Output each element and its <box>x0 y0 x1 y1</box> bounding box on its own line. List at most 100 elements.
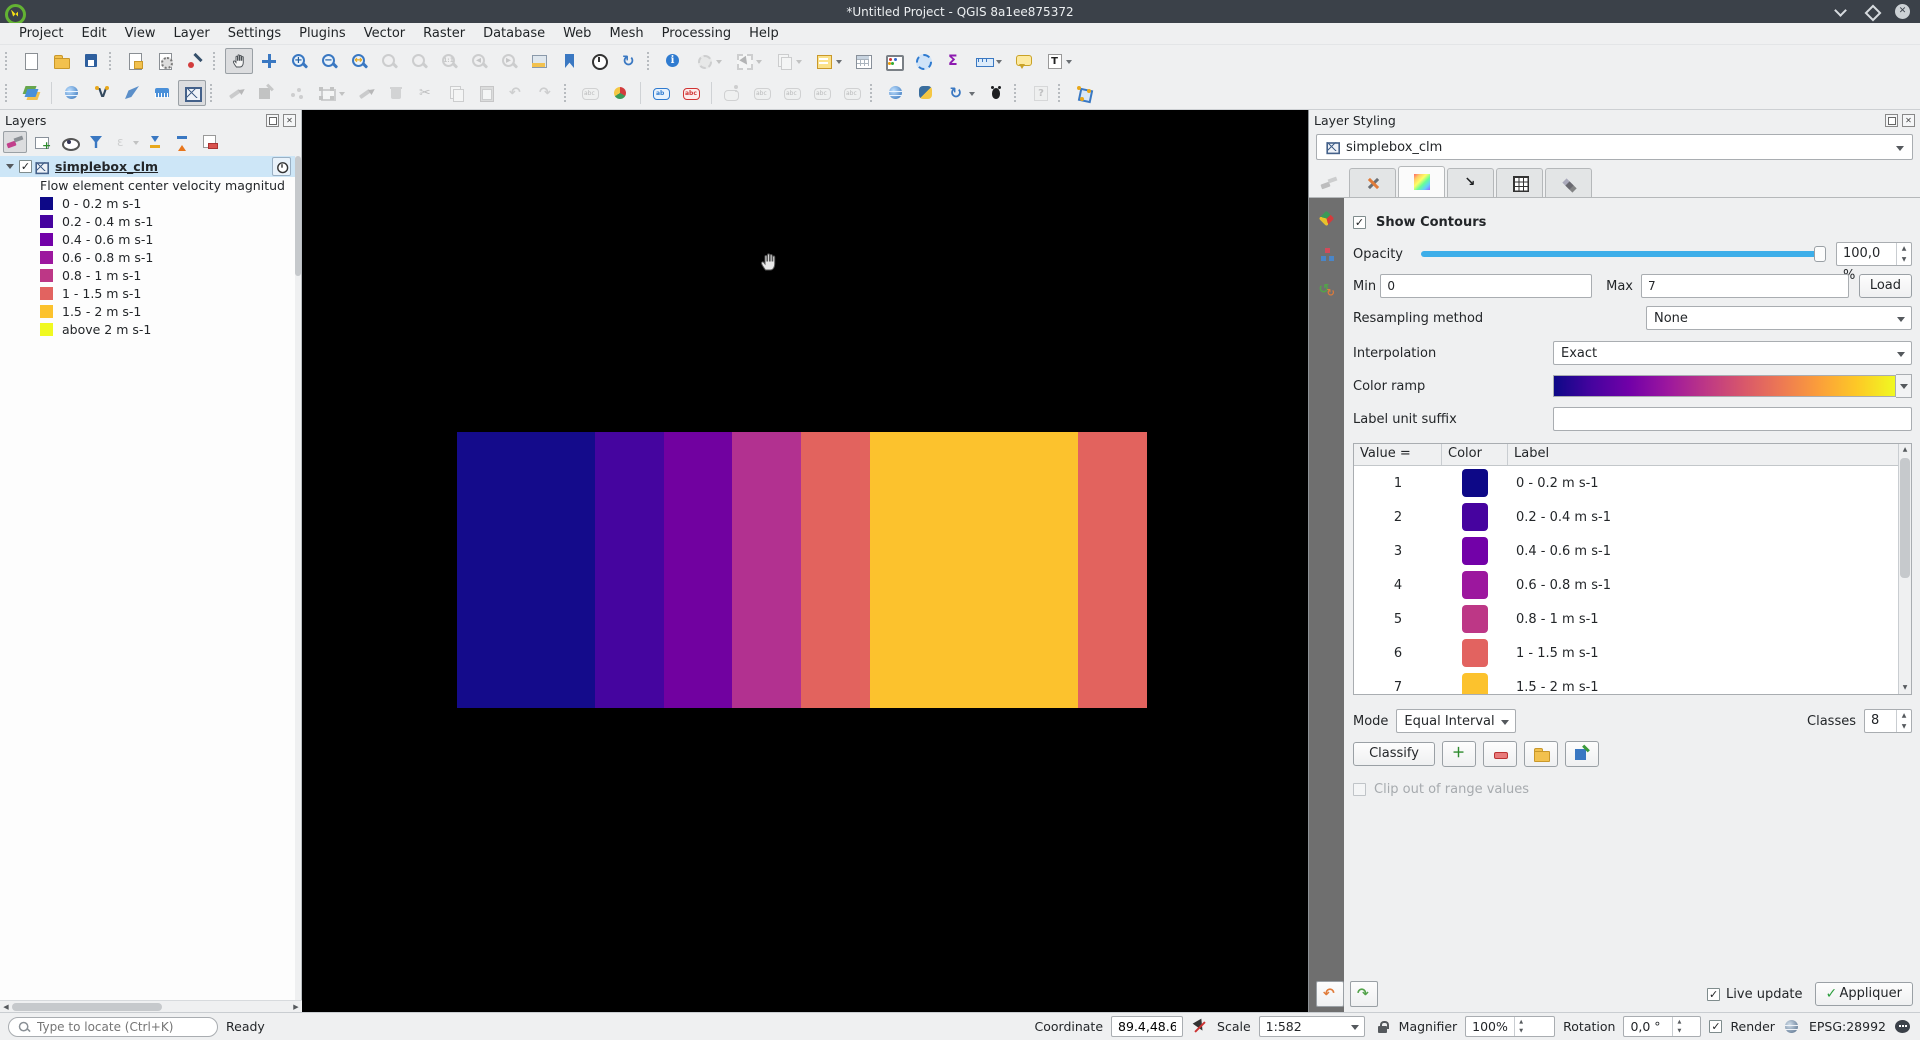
statistical-summary-button[interactable] <box>939 48 967 74</box>
tab-contours[interactable] <box>1398 166 1445 197</box>
table-row[interactable]: 71.5 - 2 m s-1 <box>1354 670 1911 695</box>
clip-out-of-range-checkbox[interactable] <box>1353 783 1366 796</box>
resampling-combo[interactable]: None <box>1646 306 1912 330</box>
identify-features-button[interactable] <box>659 48 687 74</box>
menu-view[interactable]: View <box>116 23 165 44</box>
show-layout-manager-button[interactable] <box>151 48 179 74</box>
layer-diagram-options-button[interactable] <box>606 80 634 106</box>
layer-labeling-options-button[interactable] <box>576 80 604 106</box>
temporal-layer-button[interactable] <box>272 157 291 176</box>
menu-edit[interactable]: Edit <box>72 23 115 44</box>
new-shapefile-layer-button[interactable] <box>118 80 146 106</box>
scroll-left-icon[interactable]: ◀ <box>0 1001 12 1013</box>
label-rule-based-button[interactable] <box>677 80 705 106</box>
expander-icon[interactable] <box>6 164 14 173</box>
slider-handle[interactable] <box>1814 246 1826 262</box>
delete-selected-button[interactable] <box>382 80 410 106</box>
table-row[interactable]: 50.8 - 1 m s-1 <box>1354 602 1911 636</box>
toggle-editing-button[interactable] <box>222 80 250 106</box>
spin-down-icon[interactable]: ▼ <box>1515 1027 1527 1037</box>
menu-web[interactable]: Web <box>554 23 600 44</box>
column-header-value[interactable]: Value = <box>1354 444 1442 465</box>
toolbar-grip[interactable] <box>870 84 877 102</box>
add-vector-layer-button[interactable] <box>58 80 86 106</box>
classify-button[interactable]: Classify <box>1353 742 1435 766</box>
toolbar-grip[interactable] <box>5 52 12 70</box>
paste-features-button[interactable] <box>472 80 500 106</box>
spin-up-icon[interactable]: ▲ <box>1897 710 1911 721</box>
collapse-all-button[interactable] <box>170 131 194 153</box>
temporal-controller-button[interactable] <box>585 48 613 74</box>
copy-features-button[interactable] <box>442 80 470 106</box>
add-class-button[interactable] <box>1442 741 1476 767</box>
style-undo-button[interactable] <box>1316 981 1344 1007</box>
table-row[interactable]: 61 - 1.5 m s-1 <box>1354 636 1911 670</box>
vertex-node-tool-button[interactable] <box>1070 80 1098 106</box>
zoom-next-button[interactable]: ▸ <box>495 48 523 74</box>
live-update-checkbox[interactable] <box>1707 988 1720 1001</box>
toolbar-grip[interactable] <box>213 52 220 70</box>
style-redo-button[interactable] <box>1350 981 1378 1007</box>
menu-settings[interactable]: Settings <box>219 23 290 44</box>
opacity-slider[interactable] <box>1421 251 1826 257</box>
pan-map-to-selection-button[interactable] <box>255 48 283 74</box>
label-single-button[interactable] <box>647 80 675 106</box>
interpolation-combo[interactable]: Exact <box>1553 341 1912 365</box>
processing-history-button[interactable] <box>942 80 980 106</box>
scale-combo[interactable]: 1:582 <box>1259 1016 1365 1037</box>
scroll-right-icon[interactable]: ▶ <box>290 1001 302 1013</box>
panel-close-icon[interactable] <box>283 114 296 127</box>
toolbar-grip[interactable] <box>210 84 217 102</box>
table-row[interactable]: 30.4 - 0.6 m s-1 <box>1354 534 1911 568</box>
scrollbar-thumb[interactable] <box>12 1003 162 1011</box>
table-row[interactable]: 40.6 - 0.8 m s-1 <box>1354 568 1911 602</box>
min-input[interactable] <box>1380 274 1592 298</box>
apply-button[interactable]: Appliquer <box>1815 982 1913 1006</box>
run-feature-action-button[interactable] <box>689 48 727 74</box>
legend-item[interactable]: 1.5 - 2 m s-1 <box>0 302 295 320</box>
measure-line-button[interactable] <box>969 48 1007 74</box>
spin-up-icon[interactable]: ▲ <box>1673 1017 1685 1027</box>
scrollbar-thumb[interactable] <box>1900 458 1910 578</box>
table-scrollbar[interactable]: ▲ ▼ <box>1898 444 1911 694</box>
menu-help[interactable]: Help <box>740 23 788 44</box>
toolbar-grip[interactable] <box>5 84 12 102</box>
new-map-view-button[interactable] <box>525 48 553 74</box>
text-annotation-button[interactable] <box>1039 48 1077 74</box>
open-attribute-table-button[interactable] <box>849 48 877 74</box>
tab-vectors[interactable] <box>1447 168 1494 197</box>
zoom-to-selection-button[interactable] <box>375 48 403 74</box>
undo-button[interactable] <box>502 80 530 106</box>
panel-close-icon[interactable] <box>1902 114 1915 127</box>
panel-float-icon[interactable] <box>266 114 279 127</box>
coordinate-toggle-icon[interactable] <box>1191 1018 1209 1036</box>
new-project-button[interactable] <box>17 48 45 74</box>
color-swatch[interactable] <box>1462 639 1488 667</box>
open-project-button[interactable] <box>47 48 75 74</box>
scroll-down-icon[interactable]: ▼ <box>1899 682 1911 694</box>
legend-item[interactable]: 0 - 0.2 m s-1 <box>0 194 295 212</box>
legend-item[interactable]: 0.6 - 0.8 m s-1 <box>0 248 295 266</box>
pin-labels-button[interactable] <box>718 80 746 106</box>
color-swatch[interactable] <box>1462 503 1488 531</box>
open-data-source-manager-button[interactable] <box>17 80 45 106</box>
help-contents-button[interactable] <box>1026 80 1054 106</box>
menu-processing[interactable]: Processing <box>653 23 740 44</box>
load-button[interactable]: Load <box>1859 274 1912 298</box>
remove-layer-button[interactable] <box>197 131 221 153</box>
pan-map-button[interactable] <box>225 48 253 74</box>
column-header-color[interactable]: Color <box>1442 444 1508 465</box>
scroll-up-icon[interactable]: ▲ <box>1899 444 1911 456</box>
table-row[interactable]: 10 - 0.2 m s-1 <box>1354 466 1911 500</box>
legend-item[interactable]: 1 - 1.5 m s-1 <box>0 284 295 302</box>
zoom-full-extent-button[interactable]: ↔ <box>345 48 373 74</box>
legend-item[interactable]: 0.4 - 0.6 m s-1 <box>0 230 295 248</box>
crs-globe-icon[interactable] <box>1783 1018 1801 1036</box>
layer-name[interactable]: simplebox_clm <box>55 159 158 174</box>
close-icon[interactable] <box>1895 4 1910 19</box>
expand-all-button[interactable] <box>143 131 167 153</box>
rotate-label-button[interactable] <box>838 80 866 106</box>
new-geopackage-layer-button[interactable] <box>148 80 176 106</box>
load-classes-button[interactable] <box>1524 741 1558 767</box>
3d-cube-icon[interactable] <box>1318 210 1336 228</box>
